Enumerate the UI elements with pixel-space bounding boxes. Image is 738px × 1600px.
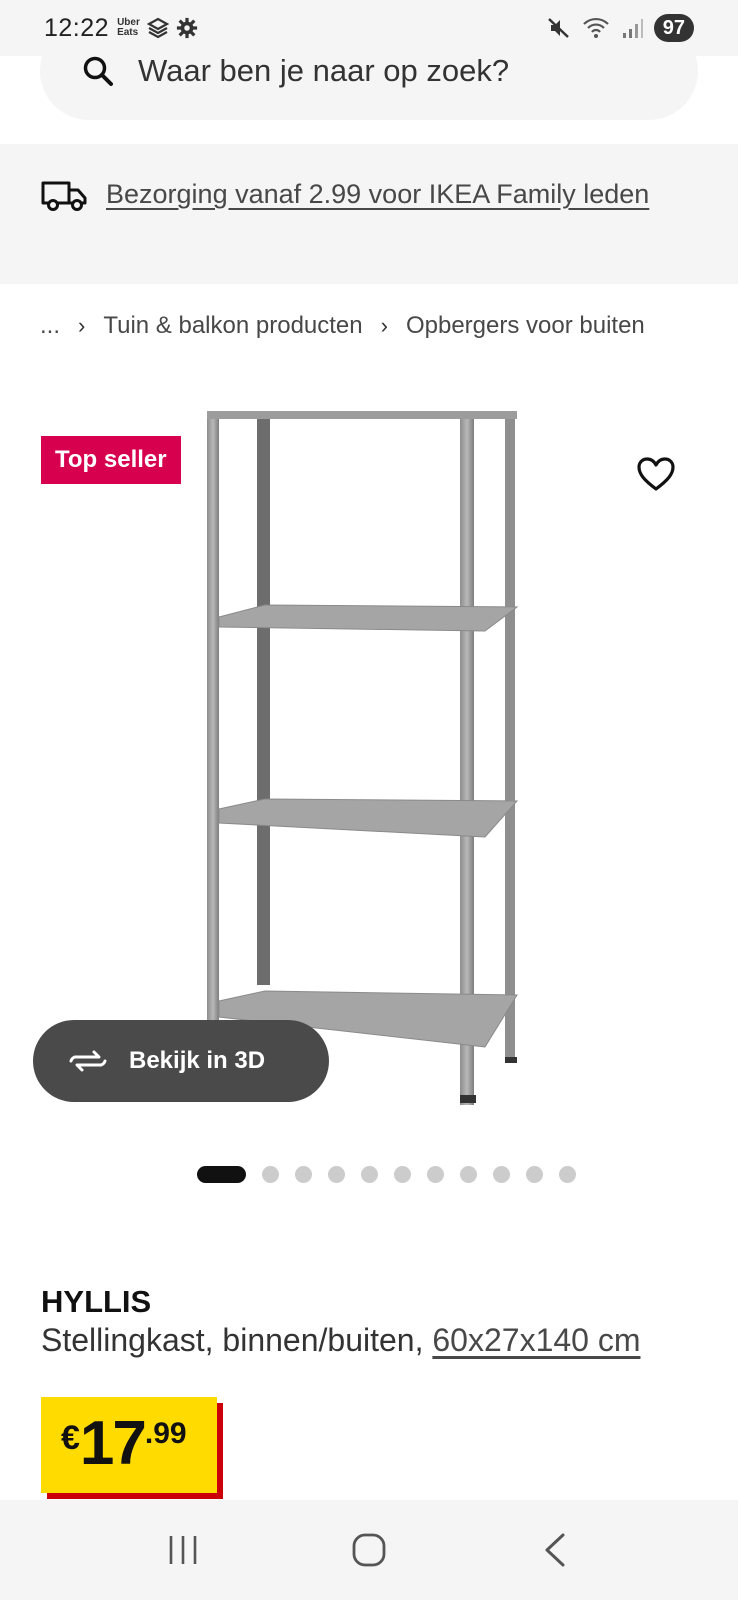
product-name: HYLLIS — [41, 1284, 152, 1319]
pagination-dot[interactable] — [427, 1166, 444, 1183]
pagination-dot[interactable] — [328, 1166, 345, 1183]
uber-eats-icon: Uber Eats — [117, 17, 140, 38]
chevron-right-icon: › — [380, 313, 388, 338]
search-icon — [83, 56, 113, 86]
gallery-pagination — [197, 1166, 576, 1183]
system-nav-bar — [0, 1500, 738, 1600]
breadcrumb-item-opbergers[interactable]: Opbergers voor buiten — [406, 312, 645, 340]
product-description-text: Stellingkast, binnen/buiten, — [41, 1322, 433, 1358]
settings-gear-icon — [176, 17, 197, 39]
product-description: Stellingkast, binnen/buiten, 60x27x140 c… — [41, 1322, 641, 1359]
view-in-3d-label: Bekijk in 3D — [129, 1047, 266, 1074]
back-icon — [545, 1533, 565, 1567]
pagination-dot[interactable] — [493, 1166, 510, 1183]
pagination-dot[interactable] — [295, 1166, 312, 1183]
pagination-dot[interactable] — [262, 1166, 279, 1183]
battery-level: 97 — [653, 14, 694, 42]
pagination-dot[interactable] — [394, 1166, 411, 1183]
pagination-dot[interactable] — [361, 1166, 378, 1183]
top-seller-badge: Top seller — [41, 436, 181, 484]
product-page: 12:22 Uber Eats 97 Waar ben je naar op zo… — [0, 0, 738, 1600]
status-time: 12:22 — [44, 13, 110, 42]
chevron-right-icon: › — [78, 313, 86, 338]
pagination-dot-active[interactable] — [197, 1166, 246, 1183]
breadcrumb-item-tuin-balkon[interactable]: Tuin & balkon producten — [103, 312, 362, 340]
pagination-dot[interactable] — [559, 1166, 576, 1183]
home-button[interactable] — [339, 1520, 399, 1580]
back-button[interactable] — [525, 1520, 585, 1580]
product-dimensions-link[interactable]: 60x27x140 cm — [432, 1322, 640, 1358]
wifi-icon — [582, 17, 609, 38]
product-image[interactable] — [205, 405, 525, 1105]
recent-apps-button[interactable] — [153, 1520, 213, 1580]
price-decimal: .99 — [144, 1417, 187, 1450]
notification-icons: Uber Eats — [117, 16, 198, 40]
product-gallery[interactable]: Top seller Bekijk in 3D — [0, 395, 738, 1135]
status-right: 97 — [546, 14, 694, 42]
view-in-3d-button[interactable]: Bekijk in 3D — [33, 1020, 329, 1102]
signal-icon — [622, 19, 643, 38]
recent-apps-icon — [169, 1536, 197, 1564]
pagination-dot[interactable] — [526, 1166, 543, 1183]
price-currency: € — [61, 1419, 80, 1457]
status-bar: 12:22 Uber Eats 97 — [0, 0, 738, 56]
mute-icon — [547, 18, 569, 38]
price-tag: € 17 .99 — [41, 1397, 217, 1493]
stack-icon — [146, 17, 170, 39]
pagination-dot[interactable] — [460, 1166, 477, 1183]
heart-icon[interactable] — [636, 455, 676, 495]
home-icon — [352, 1533, 386, 1567]
search-input[interactable]: Waar ben je naar op zoek? — [138, 53, 509, 89]
breadcrumb-ellipsis[interactable]: ... — [40, 312, 60, 340]
breadcrumb: ... › Tuin & balkon producten › Opberger… — [40, 312, 708, 340]
rotate-3d-icon — [69, 1050, 107, 1072]
price-integer: 17 — [79, 1409, 147, 1478]
delivery-banner[interactable]: Bezorging vanaf 2.99 voor IKEA Family le… — [0, 144, 738, 284]
delivery-truck-icon — [41, 181, 87, 211]
delivery-banner-link[interactable]: Bezorging vanaf 2.99 voor IKEA Family le… — [106, 172, 649, 217]
